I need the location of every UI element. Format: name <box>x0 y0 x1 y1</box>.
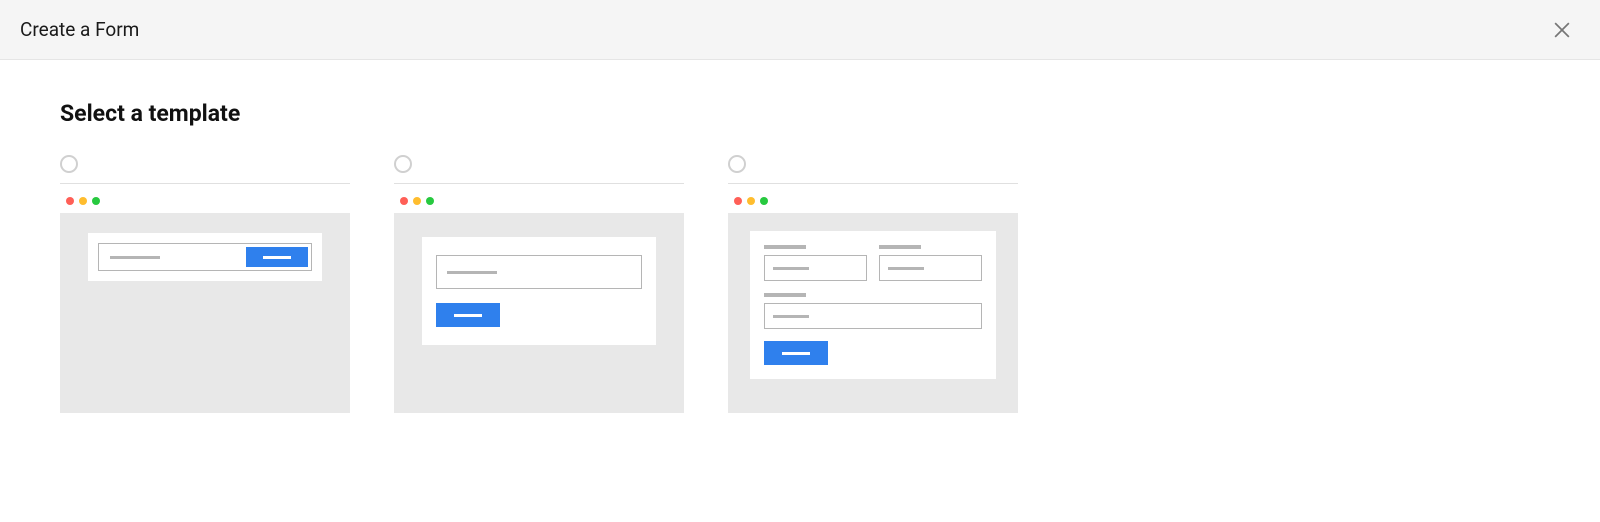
mock-row <box>764 245 982 281</box>
template-radio-row <box>394 155 684 184</box>
preview-chrome <box>728 188 1018 213</box>
dialog-content: Select a template <box>0 60 1600 453</box>
dialog-title: Create a Form <box>20 18 139 41</box>
window-dot-red-icon <box>66 197 74 205</box>
template-card-newsletter[interactable] <box>394 155 684 413</box>
mock-label-icon <box>764 293 806 297</box>
window-dot-red-icon <box>734 197 742 205</box>
mock-submit-button <box>764 341 828 365</box>
window-dot-yellow-icon <box>413 197 421 205</box>
preview-chrome <box>394 188 684 213</box>
mock-label-icon <box>879 245 921 249</box>
preview-body <box>728 213 1018 413</box>
mock-col <box>879 245 982 281</box>
form-mock <box>750 231 996 379</box>
mock-submit-button <box>436 303 500 327</box>
mock-col-full <box>764 293 982 329</box>
dialog-header: Create a Form <box>0 0 1600 60</box>
mock-placeholder-icon <box>447 271 497 274</box>
window-dot-yellow-icon <box>747 197 755 205</box>
preview-body <box>394 213 684 413</box>
mock-button-label-icon <box>782 352 810 355</box>
window-dot-yellow-icon <box>79 197 87 205</box>
mock-button-label-icon <box>454 314 482 317</box>
templates-row <box>60 155 1540 413</box>
mock-col <box>764 245 867 281</box>
window-dot-red-icon <box>400 197 408 205</box>
radio-button[interactable] <box>60 155 78 173</box>
template-card-simple-contact[interactable] <box>728 155 1018 413</box>
form-mock <box>88 233 322 281</box>
mock-submit-button <box>246 247 308 267</box>
mock-placeholder-icon <box>110 256 160 259</box>
template-preview <box>60 188 350 413</box>
mock-placeholder-icon <box>773 315 809 318</box>
mock-placeholder-icon <box>888 267 924 270</box>
mock-input <box>764 255 867 281</box>
radio-button[interactable] <box>394 155 412 173</box>
mock-button-label-icon <box>263 256 291 259</box>
preview-chrome <box>60 188 350 213</box>
mock-inline-input-group <box>98 243 312 271</box>
template-radio-row <box>60 155 350 184</box>
mock-input <box>102 256 246 259</box>
preview-body <box>60 213 350 413</box>
mock-placeholder-icon <box>773 267 809 270</box>
mock-input <box>879 255 982 281</box>
template-preview <box>728 188 1018 413</box>
radio-button[interactable] <box>728 155 746 173</box>
form-mock <box>422 237 656 345</box>
close-icon <box>1554 22 1570 38</box>
window-dot-green-icon <box>92 197 100 205</box>
mock-label-icon <box>764 245 806 249</box>
window-dot-green-icon <box>426 197 434 205</box>
close-button[interactable] <box>1544 12 1580 48</box>
section-title: Select a template <box>60 100 1540 127</box>
template-card-inline-newsletter[interactable] <box>60 155 350 413</box>
mock-input <box>764 303 982 329</box>
window-dot-green-icon <box>760 197 768 205</box>
mock-input <box>436 255 642 289</box>
template-preview <box>394 188 684 413</box>
template-radio-row <box>728 155 1018 184</box>
